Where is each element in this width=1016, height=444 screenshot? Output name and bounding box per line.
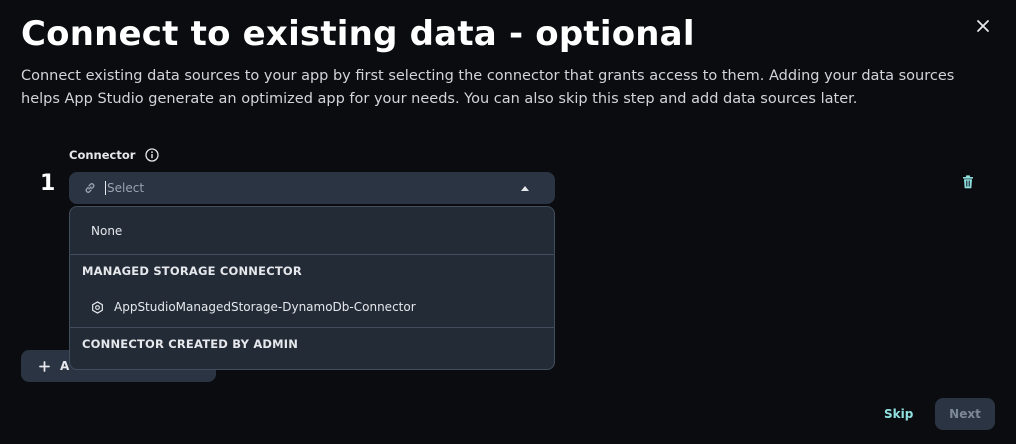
dropdown-option-managed-storage[interactable]: AppStudioManagedStorage-DynamoDb-Connect…	[70, 287, 554, 328]
close-button[interactable]	[971, 14, 995, 38]
connector-dropdown: None MANAGED STORAGE CONNECTOR AppStudio…	[69, 206, 555, 370]
connector-row-number: 1	[40, 171, 56, 196]
skip-button[interactable]: Skip	[872, 400, 925, 428]
connector-hexagon-icon	[92, 300, 103, 314]
plus-icon	[39, 360, 50, 372]
close-icon	[977, 20, 989, 32]
add-connector-label: A	[60, 359, 70, 373]
group-header-admin-connectors: CONNECTOR CREATED BY ADMIN	[82, 337, 299, 351]
connector-select[interactable]: Select	[69, 172, 555, 204]
next-button[interactable]: Next	[935, 398, 995, 430]
delete-connector-button[interactable]	[960, 174, 976, 190]
caret-up-icon	[521, 185, 529, 191]
group-header-managed-storage: MANAGED STORAGE CONNECTOR	[82, 264, 302, 278]
connector-label: Connector	[69, 148, 160, 162]
dropdown-option-label: AppStudioManagedStorage-DynamoDb-Connect…	[114, 300, 416, 314]
page-title: Connect to existing data - optional	[21, 14, 695, 54]
connector-select-value: Select	[105, 181, 521, 195]
link-icon	[85, 183, 95, 193]
page-description: Connect existing data sources to your ap…	[21, 68, 955, 107]
connector-label-text: Connector	[69, 148, 136, 162]
info-icon[interactable]	[145, 148, 160, 162]
trash-icon	[963, 175, 973, 189]
dropdown-option-none[interactable]: None	[70, 207, 554, 255]
